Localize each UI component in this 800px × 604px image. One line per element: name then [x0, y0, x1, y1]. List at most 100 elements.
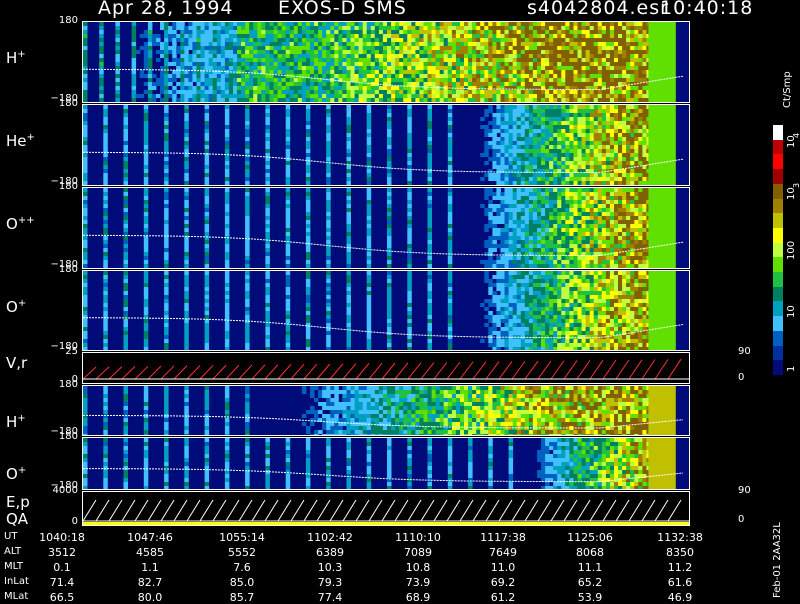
spectrogram-cell: [326, 165, 331, 169]
spectrogram-cell: [597, 181, 603, 185]
spectrogram-cell: [618, 74, 623, 78]
spectrogram-cell: [192, 78, 197, 82]
spectrogram-cell: [366, 200, 372, 204]
spectrogram-cell: [354, 50, 360, 54]
spectrogram-cell: [565, 109, 570, 113]
spectrogram-cell: [569, 46, 574, 50]
spectrogram-cell: [581, 46, 587, 50]
spectrogram-cell: [504, 216, 509, 220]
spectrogram-cell: [216, 46, 222, 50]
spectrogram-cell: [601, 105, 607, 109]
spectrogram-cell: [447, 129, 453, 133]
spectrogram-cell: [447, 161, 453, 165]
spectrogram-cell: [618, 185, 623, 186]
spectrogram-cell: [537, 216, 542, 220]
spectrogram-cell: [297, 94, 303, 98]
spectrogram-cell: [164, 212, 169, 216]
spectrogram-cell: [305, 173, 311, 177]
spectrogram-cell: [609, 149, 615, 153]
spectrogram-cell: [468, 58, 473, 62]
spectrogram-cell: [601, 94, 607, 98]
spectrogram-cell: [488, 260, 493, 264]
spectrogram-cell: [228, 30, 234, 34]
spectrogram-cell: [374, 66, 380, 70]
spectrogram-cell: [577, 177, 582, 181]
spectrogram-cell: [265, 200, 270, 204]
spectrogram-cell: [508, 212, 514, 216]
spectrogram-cell: [447, 216, 453, 220]
spectrogram-cell: [569, 38, 574, 42]
spectrogram-cell: [204, 232, 210, 236]
spectrogram-cell: [492, 50, 497, 54]
spectrogram-cell: [638, 149, 643, 153]
spectrogram-cell: [614, 38, 619, 42]
spectrogram-cell: [609, 50, 615, 54]
spectrogram-cell: [301, 86, 307, 90]
chart-file: s4042804.esr: [527, 0, 669, 19]
spectrogram-cell: [447, 82, 453, 86]
spectrogram-cell: [374, 22, 380, 26]
spectrogram-cell: [289, 50, 295, 54]
spectrogram-cell: [634, 74, 639, 78]
spectrogram-cell: [585, 50, 591, 54]
spectrogram-cell: [589, 26, 595, 30]
spectrogram-cell: [362, 98, 368, 102]
spectrogram-cell: [184, 256, 189, 260]
spectrogram-cell: [500, 94, 505, 98]
spectrogram-cell: [520, 42, 526, 46]
spectrogram-cell: [484, 240, 489, 244]
spectrogram-cell: [395, 94, 400, 98]
spectrogram-cell: [411, 102, 416, 103]
spectrogram-cell: [468, 74, 473, 78]
spectrogram-cell: [601, 181, 607, 185]
spectrogram-cell: [123, 161, 128, 165]
spectrogram-cell: [143, 34, 149, 38]
spectrogram-cell: [537, 66, 542, 70]
spectrogram-cell: [516, 173, 522, 177]
spectrogram-cell: [638, 30, 643, 34]
spectrogram-cell: [346, 105, 351, 109]
spectrogram-cell: [577, 30, 582, 34]
spectrogram-cell: [289, 94, 295, 98]
spectrogram-cell: [565, 185, 570, 186]
spectrogram-cell: [387, 256, 392, 260]
spectrogram-cell: [354, 94, 360, 98]
spectrogram-cell: [334, 90, 339, 94]
spectrogram-cell: [245, 252, 250, 256]
spectrogram-cell: [245, 173, 250, 177]
spectrogram-cell: [524, 109, 530, 113]
spectrogram-cell: [249, 26, 254, 30]
spectrogram-cell: [326, 46, 331, 50]
spectrogram-cell: [184, 98, 189, 102]
spectrogram-cell: [573, 94, 578, 98]
spectrogram-cell: [265, 232, 270, 236]
spectrogram-cell: [115, 26, 120, 30]
spectrogram-cell: [285, 252, 291, 256]
spectrogram-cell: [220, 82, 226, 86]
spectrogram-cell: [338, 102, 343, 103]
spectrogram-cell: [581, 133, 587, 137]
spectrogram-cell: [366, 252, 372, 256]
spectrogram-cell: [200, 98, 205, 102]
spectrogram-cell: [455, 70, 461, 74]
spectrogram-cell: [590, 102, 595, 103]
spectrogram-cell: [630, 141, 635, 145]
spectrogram-cell: [512, 94, 518, 98]
spectrogram-cell: [606, 102, 611, 103]
spectrogram-cell: [508, 216, 514, 220]
spectrogram-cell: [269, 34, 274, 38]
spectrogram-cell: [387, 66, 392, 70]
spectrogram-cell: [265, 26, 270, 30]
spectrogram-cell: [310, 34, 315, 38]
spectrogram-cell: [500, 181, 505, 185]
spectrogram-cell: [605, 34, 611, 38]
spectrogram-cell: [83, 196, 88, 200]
spectrogram-cell: [577, 62, 582, 66]
spectrogram-cell: [488, 264, 493, 268]
spectrogram-cell: [509, 102, 513, 103]
spectrogram-cell: [622, 26, 627, 30]
spectrogram-cell: [302, 102, 307, 103]
spectrogram-cell: [512, 34, 518, 38]
spectrogram-cell: [164, 216, 169, 220]
spectrogram-cell: [249, 42, 254, 46]
